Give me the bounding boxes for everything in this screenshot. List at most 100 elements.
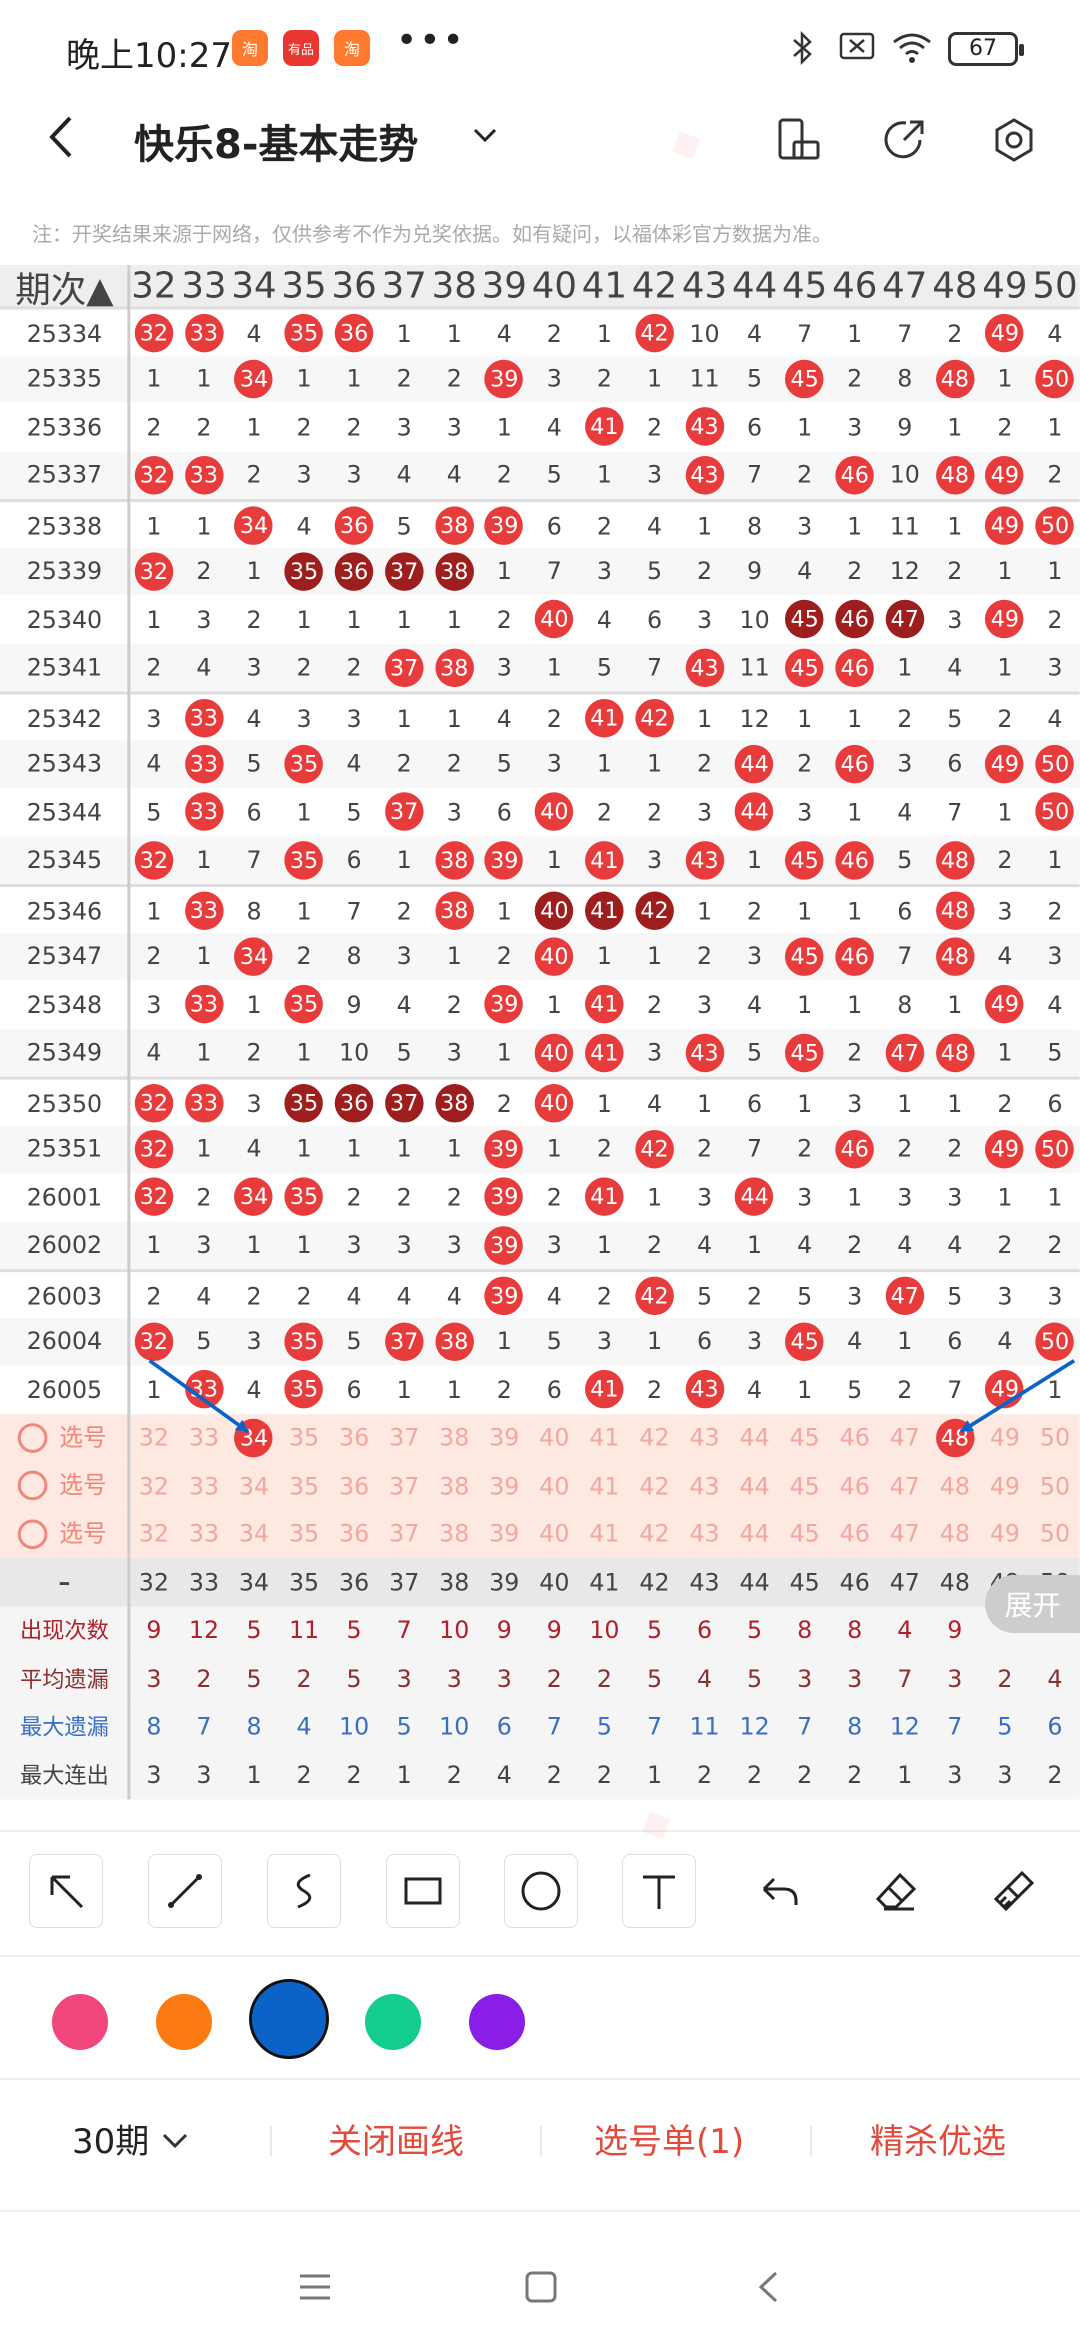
selectable-number[interactable]: 42 [629,1414,679,1462]
chevron-down-icon[interactable] [470,120,500,150]
selectable-number[interactable]: 38 [429,1414,479,1462]
settings-gear-icon[interactable] [990,116,1038,164]
text-tool-button[interactable] [622,1854,696,1928]
arrow-tool-button[interactable] [29,1854,103,1928]
selectable-number[interactable]: 46 [830,1510,880,1558]
selectable-number[interactable]: 35 [279,1462,329,1510]
period-cell: 25344 [26,797,103,826]
selectable-number[interactable]: 49 [980,1510,1030,1558]
color-swatch-blue-selected[interactable] [249,1979,329,2059]
undo-tool-button[interactable] [741,1854,815,1928]
selectable-number[interactable]: 34 [229,1462,279,1510]
selectable-number[interactable]: 39 [479,1462,529,1510]
selectable-number[interactable]: 36 [329,1510,379,1558]
selectable-number[interactable]: 36 [329,1462,379,1510]
number-select-row[interactable]: 选号 32 33 34 35 36 37 38 39 40 41 42 43 44 45 46 47 48 49 50 [0,1509,1080,1559]
home-icon[interactable] [524,2270,558,2304]
selectable-number[interactable]: 37 [379,1414,429,1462]
selectable-number[interactable]: 43 [680,1414,730,1462]
selectable-number[interactable]: 46 [830,1462,880,1510]
selectable-number[interactable]: 49 [980,1462,1030,1510]
selectable-number[interactable]: 47 [880,1462,930,1510]
curve-tool-button[interactable] [267,1854,341,1928]
selectable-number[interactable]: 42 [629,1510,679,1558]
period-header[interactable]: 期次▲ [0,265,129,310]
selectable-number[interactable]: 43 [680,1462,730,1510]
period-selector[interactable]: 30期 [72,2114,190,2163]
share-icon[interactable] [880,116,928,164]
selectable-number[interactable]: 47 [880,1510,930,1558]
selectable-number[interactable]: 45 [780,1414,830,1462]
selectable-number[interactable]: 40 [529,1414,579,1462]
back-icon[interactable] [756,2270,780,2304]
selectable-number[interactable]: 33 [179,1462,229,1510]
page-title[interactable]: 快乐8-基本走势 [134,112,418,170]
selectable-number[interactable]: 46 [830,1414,880,1462]
selectable-number[interactable]: 50 [1030,1462,1080,1510]
number-select-row[interactable]: 选号 32 33 34 35 36 37 38 39 40 41 42 43 44 45 46 47 48 49 50 [0,1413,1080,1462]
selectable-number[interactable]: 47 [880,1414,930,1462]
selectable-number[interactable]: 43 [680,1510,730,1558]
circle-tool-button[interactable] [504,1854,578,1928]
selectable-number[interactable]: 34 [229,1510,279,1558]
selectable-number[interactable]: 32 [129,1510,179,1558]
color-swatch-purple[interactable] [469,1994,525,2050]
eraser-tool-button[interactable] [859,1854,933,1928]
selectable-number[interactable]: 45 [780,1462,830,1510]
selectable-number[interactable]: 50 [1030,1510,1080,1558]
close-draw-button[interactable]: 关闭画线 [328,2114,464,2163]
selectable-number[interactable]: 40 [529,1462,579,1510]
rectangle-tool-button[interactable] [386,1854,460,1928]
table-cell: 1 [596,460,612,490]
selectable-number[interactable]: 33 [179,1510,229,1558]
selectable-number[interactable]: 36 [329,1414,379,1462]
table-cell: 45 [780,595,830,643]
selectable-number[interactable]: 48 [930,1462,980,1510]
selectable-number[interactable]: 44 [730,1414,780,1462]
clear-brush-tool-button[interactable] [977,1854,1051,1928]
selectable-number[interactable]: 44 [730,1510,780,1558]
selectable-number[interactable]: 32 [129,1414,179,1462]
expand-button[interactable]: 展开 [985,1575,1080,1633]
selectable-number[interactable]: 41 [579,1462,629,1510]
selectable-number[interactable]: 44 [730,1462,780,1510]
number-select-row[interactable]: 选号 32 33 34 35 36 37 38 39 40 41 42 43 44 45 46 47 48 49 50 [0,1461,1080,1510]
menu-icon[interactable] [298,2272,332,2302]
selectable-number[interactable]: 41 [579,1510,629,1558]
selectable-number[interactable]: 48 [930,1510,980,1558]
selectable-number[interactable]: 45 [780,1510,830,1558]
selectable-number[interactable]: 35 [279,1414,329,1462]
selectable-number[interactable]: 40 [529,1510,579,1558]
selectable-number[interactable]: 42 [629,1462,679,1510]
selectable-number[interactable]: 38 [429,1462,479,1510]
color-swatch-pink[interactable] [52,1994,108,2050]
selectable-number[interactable]: 49 [980,1414,1030,1462]
line-tool-button[interactable] [148,1854,222,1928]
selectable-number[interactable]: 33 [179,1414,229,1462]
selectable-number[interactable]: 39 [479,1414,529,1462]
table-cell: 7 [797,319,813,348]
select-radio-icon[interactable] [17,1470,48,1501]
selectable-number[interactable]: 37 [379,1510,429,1558]
select-radio-icon[interactable] [17,1518,48,1549]
select-radio-icon[interactable] [17,1422,48,1453]
table-row: 25343 4 33 5 35 4 2 2 5 3 1 1 2 44 2 46 3 6 49 50 [0,739,1080,788]
color-swatch-green[interactable] [365,1994,421,2050]
selection-list-button[interactable]: 选号单(1) [594,2114,744,2163]
selectable-number[interactable]: 32 [129,1462,179,1510]
selectable-number[interactable]: 38 [429,1510,479,1558]
table-cell: 1 [997,797,1013,826]
selectable-number[interactable]: 35 [279,1510,329,1558]
selectable-number[interactable]: 50 [1030,1414,1080,1462]
selectable-number[interactable]: 48 [930,1414,980,1462]
table-cell: 32 [129,1317,179,1365]
rotate-screen-icon[interactable] [774,116,822,164]
back-arrow-icon[interactable] [46,112,76,162]
color-swatch-orange[interactable] [156,1994,212,2050]
selectable-number[interactable]: 34 [229,1414,279,1462]
selectable-number[interactable]: 39 [479,1510,529,1558]
selectable-number[interactable]: 41 [579,1414,629,1462]
selectable-number[interactable]: 37 [379,1462,429,1510]
premium-pick-button[interactable]: 精杀优选 [870,2114,1006,2163]
stats-cell: 7 [196,1712,212,1741]
